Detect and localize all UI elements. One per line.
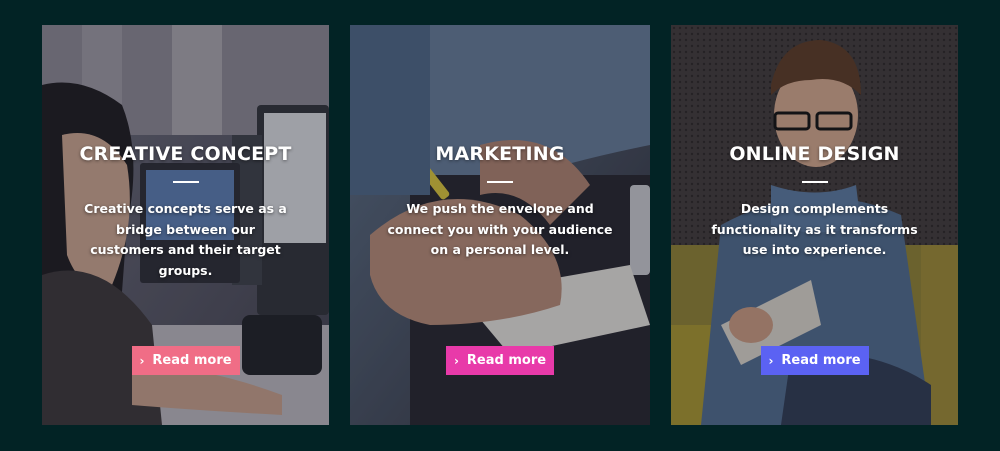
chevron-right-icon: ›: [768, 353, 774, 368]
card-content: MARKETING We push the envelope and conne…: [350, 25, 650, 425]
card-content: ONLINE DESIGN Design complements functio…: [671, 25, 958, 425]
chevron-right-icon: ›: [453, 353, 459, 368]
card-description: Design complements functionality as it t…: [711, 201, 918, 257]
read-more-label: Read more: [466, 353, 547, 368]
service-card-online-design: ONLINE DESIGN Design complements functio…: [671, 25, 958, 425]
card-title: CREATIVE CONCEPT: [79, 143, 292, 165]
title-divider: [172, 181, 199, 183]
service-card-marketing: MARKETING We push the envelope and conne…: [350, 25, 650, 425]
read-more-button[interactable]: › Read more: [131, 346, 240, 375]
read-more-label: Read more: [152, 353, 232, 368]
read-more-button[interactable]: › Read more: [760, 346, 869, 375]
card-title: MARKETING: [435, 143, 565, 165]
read-more-label: Read more: [781, 353, 861, 368]
card-description: Creative concepts serve as a bridge betw…: [84, 201, 287, 278]
title-divider: [801, 181, 828, 183]
service-card-creative-concept: CREATIVE CONCEPT Creative concepts serve…: [42, 25, 329, 425]
services-section: CREATIVE CONCEPT Creative concepts serve…: [0, 0, 1000, 451]
read-more-button[interactable]: › Read more: [446, 346, 554, 375]
card-title: ONLINE DESIGN: [729, 143, 900, 165]
card-content: CREATIVE CONCEPT Creative concepts serve…: [42, 25, 329, 425]
chevron-right-icon: ›: [139, 353, 145, 368]
title-divider: [487, 181, 513, 183]
card-description: We push the envelope and connect you wit…: [387, 201, 613, 257]
